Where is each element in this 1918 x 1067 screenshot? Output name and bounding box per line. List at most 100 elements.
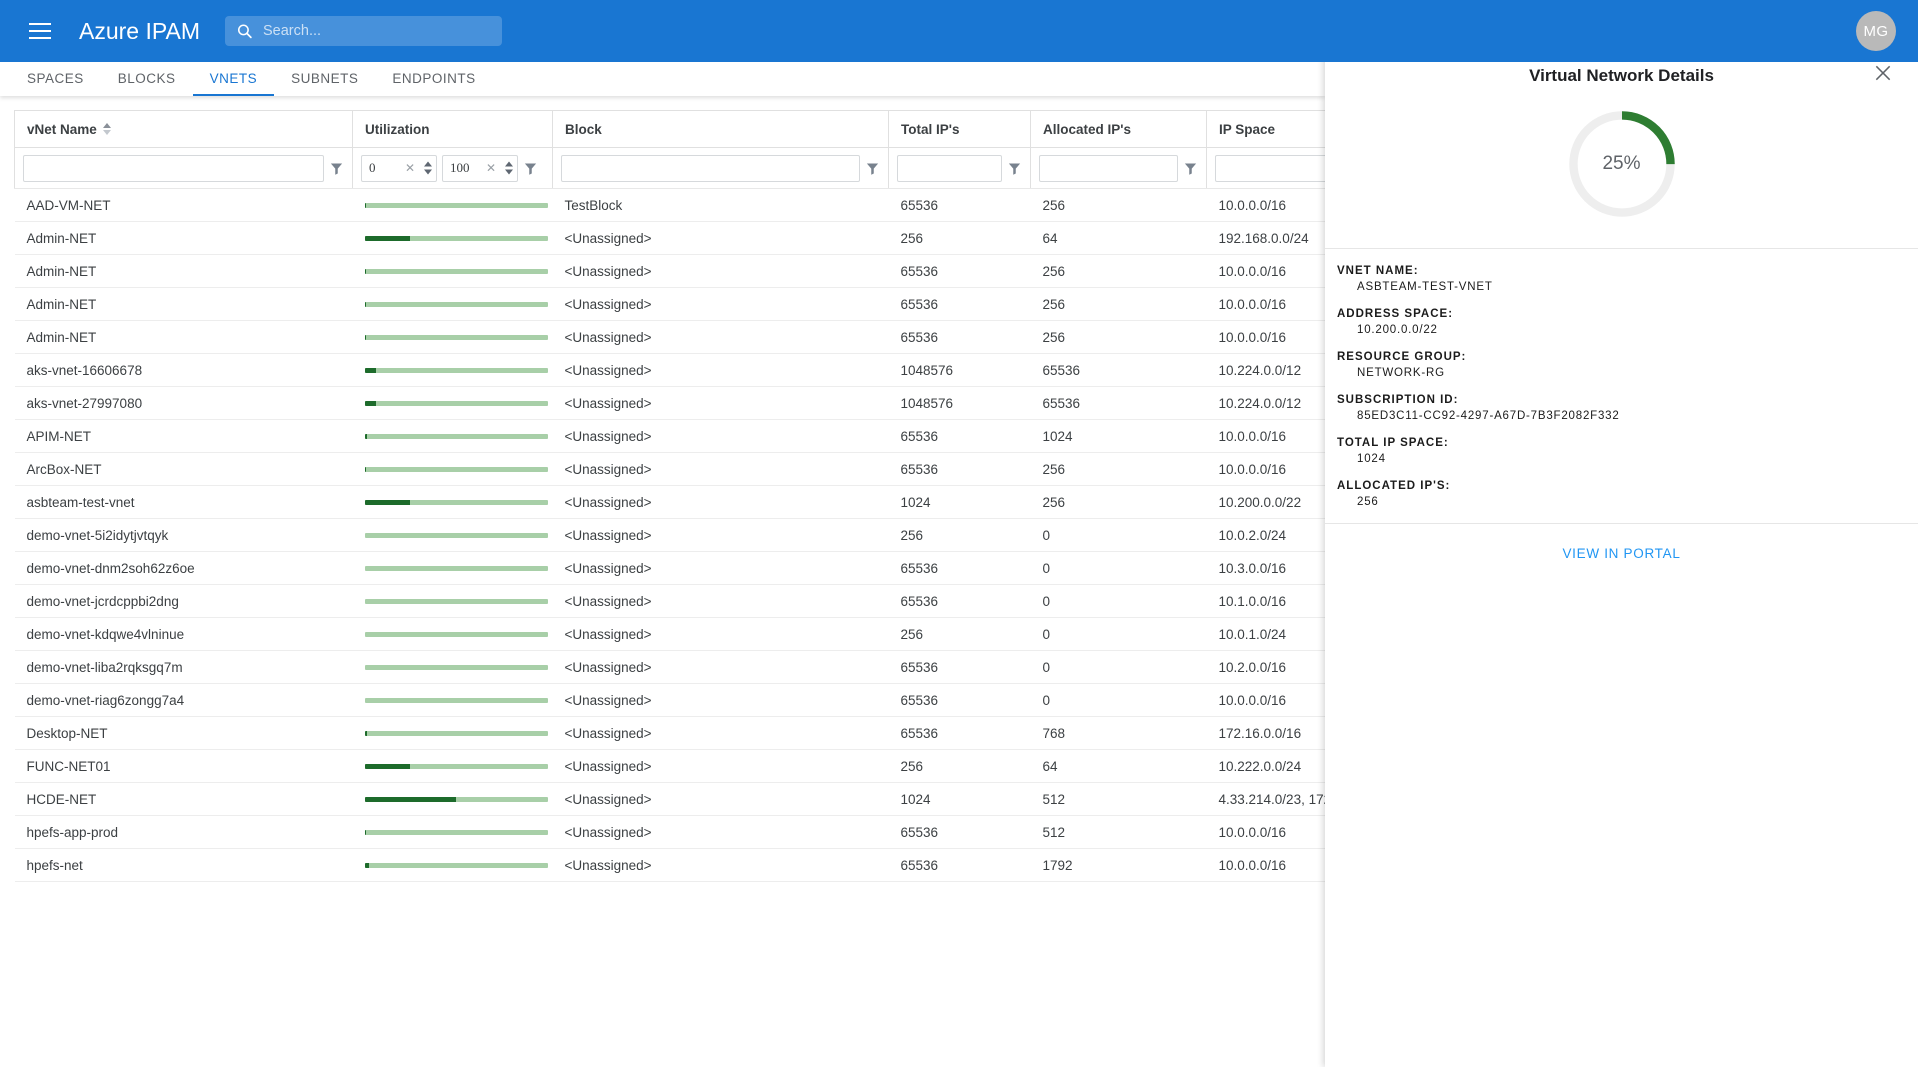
table-row[interactable]: demo-vnet-riag6zongg7a4 <Unassigned> 65536… [14,683,1325,717]
filter-cell-utilization: 0 ✕ 100 ✕ [352,147,553,189]
table-row[interactable]: Admin-NET <Unassigned> 256 64 192.168.0.0/24 [14,221,1325,255]
utilization-bar [364,334,548,340]
vnet-details-panel: Virtual Network Details 25% VNET NAME: AS… [1325,48,1918,1067]
filter-input-util-min[interactable]: 0 ✕ [361,154,437,182]
filter-funnel-icon[interactable] [1183,161,1198,176]
cell-utilization [352,485,553,519]
spinner-arrows-icon[interactable] [424,161,432,175]
table-row[interactable]: demo-vnet-liba2rqksgq7m <Unassigned> 65536… [14,650,1325,684]
cell-utilization [352,353,553,387]
filter-funnel-icon[interactable] [1007,161,1022,176]
table-row[interactable]: demo-vnet-dnm2soh62z6oe <Unassigned> 65536… [14,551,1325,585]
cell-block: <Unassigned> [552,848,889,882]
utilization-percent-label: 25% [1602,153,1641,174]
table-row[interactable]: ArcBox-NET <Unassigned> 65536 256 10.0.0.0/1… [14,452,1325,486]
utilization-bar-fill [364,862,370,868]
cell-ip-space: 172.16.0.0/16 [1206,716,1325,750]
filter-funnel-icon[interactable] [523,161,538,176]
table-row[interactable]: HCDE-NET <Unassigned> 1024 512 4.33.214.0/23… [14,782,1325,816]
cell-vnet-name: demo-vnet-5i2idytjvtqyk [14,518,353,552]
filter-funnel-icon[interactable] [329,161,344,176]
search-input[interactable] [263,16,502,46]
spinner-arrows-icon[interactable] [505,161,513,175]
tab-endpoints[interactable]: ENDPOINTS [375,62,492,96]
cell-block: TestBlock [552,188,889,222]
cell-total-ips: 65536 [888,650,1031,684]
avatar[interactable]: MG [1856,11,1896,51]
app-root: Azure IPAM MG SPACES BLOCKS VNETS SUBNET… [0,0,1918,1067]
table-row[interactable]: Admin-NET <Unassigned> 65536 256 10.0.0.0/16 [14,254,1325,288]
column-header-allocated-ips[interactable]: Allocated IP's [1030,110,1207,148]
tab-spaces[interactable]: SPACES [10,62,101,96]
cell-vnet-name: hpefs-app-prod [14,815,353,849]
table-row[interactable]: Admin-NET <Unassigned> 65536 256 10.0.0.0/16 [14,287,1325,321]
detail-field-label: SUBSCRIPTION ID: [1337,394,1459,406]
filter-input-ip-space[interactable] [1215,154,1325,182]
filter-input-block[interactable] [561,154,860,182]
sort-arrows-icon[interactable] [102,123,111,135]
tab-blocks[interactable]: BLOCKS [101,62,193,96]
table-row[interactable]: FUNC-NET01 <Unassigned> 256 64 10.222.0.0/24 [14,749,1325,783]
table-body: AAD-VM-NET TestBlock 65536 256 10.0.0.0/16 Ad… [14,188,1325,882]
filter-cell-total-ips [888,147,1031,189]
table-row[interactable]: aks-vnet-16606678 <Unassigned> 1048576 6553… [14,353,1325,387]
detail-field-label: TOTAL IP SPACE: [1337,437,1449,449]
column-header-vnet-name[interactable]: vNet Name [14,110,353,148]
table-row[interactable]: AAD-VM-NET TestBlock 65536 256 10.0.0.0/16 [14,188,1325,222]
cell-block: <Unassigned> [552,518,889,552]
cell-ip-space: 10.224.0.0/12 [1206,386,1325,420]
cell-vnet-name: APIM-NET [14,419,353,453]
column-header-ip-space[interactable]: IP Space [1206,110,1325,148]
utilization-bar [364,631,548,637]
filter-input-total-ips[interactable] [897,154,1002,182]
tab-subnets[interactable]: SUBNETS [274,62,375,96]
cell-allocated-ips: 64 [1030,749,1207,783]
table-row[interactable]: hpefs-net <Unassigned> 65536 1792 10.0.0.0/1… [14,848,1325,882]
utilization-bar [364,268,548,274]
cell-total-ips: 65536 [888,683,1031,717]
column-label: Total IP's [901,121,960,137]
table-row[interactable]: demo-vnet-kdqwe4vlninue <Unassigned> 256 0 1… [14,617,1325,651]
cell-block: <Unassigned> [552,584,889,618]
utilization-bar [364,763,548,769]
vnets-table-container: vNet Name Utilization Block Total IP's A… [14,110,1325,1067]
table-row[interactable]: demo-vnet-jcrdcppbi2dng <Unassigned> 65536… [14,584,1325,618]
table-row[interactable]: Admin-NET <Unassigned> 65536 256 10.0.0.0/16 [14,320,1325,354]
close-icon[interactable] [1870,60,1896,86]
hamburger-menu-icon[interactable] [18,9,62,53]
column-label: vNet Name [27,121,97,137]
column-header-total-ips[interactable]: Total IP's [888,110,1031,148]
utilization-bar-fill [364,796,456,802]
table-row[interactable]: aks-vnet-27997080 <Unassigned> 1048576 6553… [14,386,1325,420]
table-row[interactable]: Desktop-NET <Unassigned> 65536 768 172.16.0.… [14,716,1325,750]
cell-ip-space: 10.3.0.0/16 [1206,551,1325,585]
detail-field-value: 10.200.0.0/22 [1357,324,1438,336]
table-row[interactable]: demo-vnet-5i2idytjvtqyk <Unassigned> 256 0 1… [14,518,1325,552]
table-row[interactable]: APIM-NET <Unassigned> 65536 1024 10.0.0.0/16 [14,419,1325,453]
vnet-detail-fields: VNET NAME: ASBTEAM-TEST-VNET ADDRESS SPACE… [1325,249,1918,508]
detail-field-value: NETWORK-RG [1357,367,1445,379]
cell-block: <Unassigned> [552,254,889,288]
cell-utilization [352,650,553,684]
cell-allocated-ips: 768 [1030,716,1207,750]
filter-input-allocated-ips[interactable] [1039,154,1178,182]
view-in-portal-link[interactable]: VIEW IN PORTAL [1325,546,1918,561]
column-header-block[interactable]: Block [552,110,889,148]
tab-vnets[interactable]: VNETS [192,62,275,96]
clear-x-icon[interactable]: ✕ [405,162,415,174]
table-row[interactable]: asbteam-test-vnet <Unassigned> 1024 256 10.2… [14,485,1325,519]
cell-allocated-ips: 256 [1030,320,1207,354]
cell-allocated-ips: 256 [1030,287,1207,321]
utilization-bar [364,400,548,406]
filter-funnel-icon[interactable] [865,161,880,176]
cell-total-ips: 1024 [888,485,1031,519]
column-header-utilization[interactable]: Utilization [352,110,553,148]
filter-input-util-max[interactable]: 100 ✕ [442,154,518,182]
table-row[interactable]: hpefs-app-prod <Unassigned> 65536 512 10.0.0… [14,815,1325,849]
cell-vnet-name: FUNC-NET01 [14,749,353,783]
filter-input-vnet-name[interactable] [23,154,324,182]
clear-x-icon[interactable]: ✕ [486,162,496,174]
search-box[interactable] [225,16,502,46]
filter-row: 0 ✕ 100 ✕ [14,147,1325,189]
cell-utilization [352,287,553,321]
